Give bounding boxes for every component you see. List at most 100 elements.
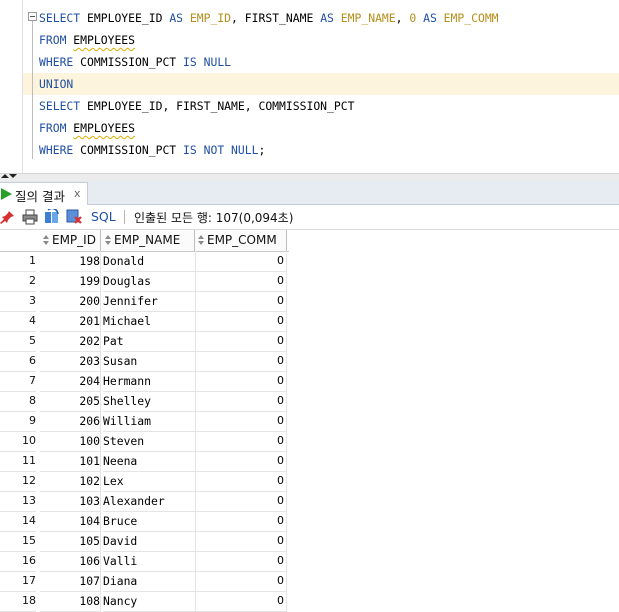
column-header-emp-id[interactable]: EMP_ID [40, 230, 101, 251]
row-number-cell[interactable]: 8 [0, 391, 36, 412]
table-row[interactable]: 15 105 David 0 [0, 531, 289, 552]
emp-name-cell[interactable]: Douglas [103, 271, 196, 292]
table-row[interactable]: 10 100 Steven 0 [0, 431, 289, 452]
emp-comm-cell[interactable]: 0 [196, 271, 287, 292]
emp-comm-cell[interactable]: 0 [196, 451, 287, 472]
table-row[interactable]: 7 204 Hermann 0 [0, 371, 289, 392]
code-line[interactable]: SELECT EMPLOYEE_ID, FIRST_NAME, COMMISSI… [39, 95, 354, 117]
emp-comm-cell[interactable]: 0 [196, 331, 287, 352]
print-icon[interactable] [22, 209, 38, 225]
emp-id-cell[interactable]: 106 [40, 551, 101, 572]
table-row[interactable]: 1 198 Donald 0 [0, 251, 289, 272]
emp-comm-cell[interactable]: 0 [196, 391, 287, 412]
sort-icon[interactable] [104, 235, 112, 246]
emp-name-cell[interactable]: Bruce [103, 511, 196, 532]
sort-icon[interactable] [197, 235, 205, 246]
row-number-cell[interactable]: 16 [0, 551, 36, 572]
emp-comm-cell[interactable]: 0 [196, 351, 287, 372]
emp-id-cell[interactable]: 100 [40, 431, 101, 452]
table-row[interactable]: 6 203 Susan 0 [0, 351, 289, 372]
emp-id-cell[interactable]: 205 [40, 391, 101, 412]
emp-name-cell[interactable]: Valli [103, 551, 196, 572]
row-number-cell[interactable]: 12 [0, 471, 36, 492]
emp-id-cell[interactable]: 206 [40, 411, 101, 432]
table-row[interactable]: 8 205 Shelley 0 [0, 391, 289, 412]
row-number-cell[interactable]: 2 [0, 271, 36, 292]
emp-id-cell[interactable]: 105 [40, 531, 101, 552]
row-number-cell[interactable]: 5 [0, 331, 36, 352]
emp-name-cell[interactable]: Alexander [103, 491, 196, 512]
emp-id-cell[interactable]: 102 [40, 471, 101, 492]
export-icon[interactable] [66, 209, 82, 225]
emp-id-cell[interactable]: 200 [40, 291, 101, 312]
table-row[interactable]: 13 103 Alexander 0 [0, 491, 289, 512]
collapse-up-icon[interactable] [1, 174, 9, 178]
emp-comm-cell[interactable]: 0 [196, 531, 287, 552]
emp-name-cell[interactable]: Jennifer [103, 291, 196, 312]
emp-name-cell[interactable]: Hermann [103, 371, 196, 392]
emp-name-cell[interactable]: Neena [103, 451, 196, 472]
emp-name-cell[interactable]: Michael [103, 311, 196, 332]
emp-id-cell[interactable]: 103 [40, 491, 101, 512]
emp-id-cell[interactable]: 107 [40, 571, 101, 592]
results-grid[interactable]: EMP_ID EMP_NAME EMP_COMM 1 198 Donald 0 2 199… [0, 230, 619, 612]
emp-comm-cell[interactable]: 0 [196, 491, 287, 512]
row-number-cell[interactable]: 15 [0, 531, 36, 552]
emp-comm-cell[interactable]: 0 [196, 311, 287, 332]
table-row[interactable]: 9 206 William 0 [0, 411, 289, 432]
emp-comm-cell[interactable]: 0 [196, 251, 287, 272]
pin-icon[interactable] [0, 209, 16, 225]
emp-comm-cell[interactable]: 0 [196, 371, 287, 392]
emp-id-cell[interactable]: 203 [40, 351, 101, 372]
emp-name-cell[interactable]: David [103, 531, 196, 552]
sort-icon[interactable] [42, 235, 50, 246]
emp-id-cell[interactable]: 101 [40, 451, 101, 472]
emp-name-cell[interactable]: Susan [103, 351, 196, 372]
code-line[interactable]: UNION [39, 73, 73, 95]
code-line[interactable]: FROM EMPLOYEES [39, 29, 135, 51]
emp-comm-cell[interactable]: 0 [196, 291, 287, 312]
emp-id-cell[interactable]: 202 [40, 331, 101, 352]
emp-id-cell[interactable]: 104 [40, 511, 101, 532]
emp-comm-cell[interactable]: 0 [196, 411, 287, 432]
emp-id-cell[interactable]: 201 [40, 311, 101, 332]
column-header-emp-comm[interactable]: EMP_COMM [195, 230, 287, 251]
table-row[interactable]: 12 102 Lex 0 [0, 471, 289, 492]
code-line[interactable]: WHERE COMMISSION_PCT IS NULL [39, 51, 231, 73]
fold-toggle-icon[interactable] [28, 12, 37, 21]
row-number-cell[interactable]: 17 [0, 571, 36, 592]
row-number-cell[interactable]: 4 [0, 311, 36, 332]
code-line[interactable]: WHERE COMMISSION_PCT IS NOT NULL; [39, 139, 265, 161]
emp-comm-cell[interactable]: 0 [196, 431, 287, 452]
emp-name-cell[interactable]: Diana [103, 571, 196, 592]
column-header-emp-name[interactable]: EMP_NAME [102, 230, 195, 251]
row-number-cell[interactable]: 6 [0, 351, 36, 372]
row-number-cell[interactable]: 14 [0, 511, 36, 532]
row-number-cell[interactable]: 11 [0, 451, 36, 472]
emp-name-cell[interactable]: William [103, 411, 196, 432]
sql-button[interactable]: SQL [91, 209, 116, 224]
emp-comm-cell[interactable]: 0 [196, 471, 287, 492]
emp-comm-cell[interactable]: 0 [196, 571, 287, 592]
code-line[interactable]: SELECT EMPLOYEE_ID AS EMP_ID, FIRST_NAME… [39, 7, 499, 29]
emp-name-cell[interactable]: Shelley [103, 391, 196, 412]
emp-id-cell[interactable]: 198 [40, 251, 101, 272]
row-number-cell[interactable]: 9 [0, 411, 36, 432]
emp-name-cell[interactable]: Steven [103, 431, 196, 452]
table-row[interactable]: 18 108 Nancy 0 [0, 591, 289, 612]
table-row[interactable]: 2 199 Douglas 0 [0, 271, 289, 292]
row-number-cell[interactable]: 7 [0, 371, 36, 392]
table-row[interactable]: 5 202 Pat 0 [0, 331, 289, 352]
emp-name-cell[interactable]: Pat [103, 331, 196, 352]
emp-id-cell[interactable]: 199 [40, 271, 101, 292]
row-number-cell[interactable]: 10 [0, 431, 36, 452]
code-line[interactable]: FROM EMPLOYEES [39, 117, 135, 139]
table-row[interactable]: 14 104 Bruce 0 [0, 511, 289, 532]
row-number-cell[interactable]: 1 [0, 251, 36, 272]
table-row[interactable]: 11 101 Neena 0 [0, 451, 289, 472]
tab-close-button[interactable]: x [74, 187, 81, 200]
collapse-down-icon[interactable] [9, 174, 17, 178]
emp-name-cell[interactable]: Donald [103, 251, 196, 272]
emp-id-cell[interactable]: 204 [40, 371, 101, 392]
emp-comm-cell[interactable]: 0 [196, 511, 287, 532]
